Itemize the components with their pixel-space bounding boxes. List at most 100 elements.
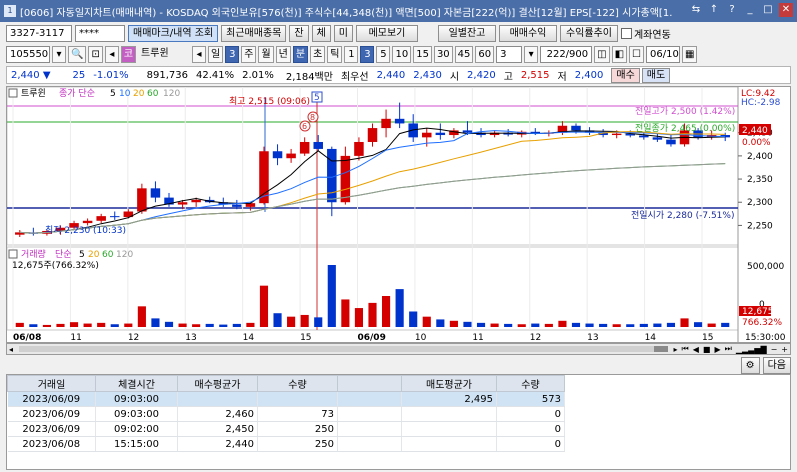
help-icon[interactable]: ?	[725, 3, 739, 17]
daily-balance-button[interactable]: 일별잔고	[437, 24, 496, 42]
trade-mark-query-button[interactable]: 매매마크/내역 조회	[128, 24, 219, 42]
scroll-left-icon[interactable]: ◂	[7, 345, 15, 354]
x-tick-label: 12	[128, 333, 139, 343]
interval-30[interactable]: 30	[433, 45, 453, 63]
chart-scrollbar[interactable]: ◂ ▸ ⏮ ◀ ■ ▶ ⏭ ▁▂▃▅▇ − +	[6, 343, 791, 355]
stop-icon[interactable]: ■	[701, 345, 713, 354]
candle-body	[109, 216, 120, 218]
executed-button[interactable]: 체	[311, 24, 331, 42]
next-page-icon[interactable]: ▶	[712, 345, 722, 354]
plus-icon[interactable]: +	[779, 345, 790, 354]
period-month[interactable]: 월	[258, 45, 274, 63]
vol-label: 거래량	[21, 248, 46, 260]
vol-legend-box	[8, 249, 18, 259]
table-row[interactable]: 2023/06/09 09:02:00 2,450 250 0	[7, 421, 565, 437]
pin-icon[interactable]: ↑	[707, 3, 721, 17]
cell-time: 09:02:00	[95, 421, 178, 437]
interval-3[interactable]: 3	[360, 45, 375, 63]
table-row[interactable]: 2023/06/08 15:15:00 2,440 250 0	[7, 436, 565, 452]
scroll-track[interactable]	[19, 346, 668, 352]
cell-spacer	[337, 421, 402, 437]
volume-bar	[164, 321, 174, 327]
maximize-icon[interactable]: □	[761, 3, 775, 17]
minus-icon[interactable]: −	[769, 345, 780, 354]
volume-bar	[300, 314, 309, 327]
period-year[interactable]: 년	[275, 45, 291, 63]
volume-bar	[666, 322, 676, 327]
interval-input[interactable]: 3	[496, 45, 523, 63]
candle-chart[interactable]: 2,4502,4002,3502,3002,250 06/08111213141…	[7, 87, 791, 343]
table-row[interactable]: 2023/06/09 09:03:00 2,495 573	[7, 391, 565, 407]
zoom-slider-icon[interactable]: ▁▂▃▅▇	[734, 345, 769, 354]
count-field[interactable]: 222/900	[540, 45, 593, 63]
x-tick-label: 10	[415, 333, 427, 343]
candle-body	[422, 132, 432, 138]
stock-code-field[interactable]: 105550	[6, 45, 50, 63]
balance-button[interactable]: 잔	[289, 24, 309, 42]
memo-view-button[interactable]: 메모보기	[355, 24, 418, 42]
interval-15[interactable]: 15	[413, 45, 432, 63]
interval-45[interactable]: 45	[454, 45, 474, 63]
checkbox-box[interactable]	[620, 27, 632, 39]
cell-spacer	[337, 436, 402, 452]
period-number-select[interactable]: 3	[225, 45, 240, 63]
trade-profit-button[interactable]: 매매수익	[498, 24, 557, 42]
minimize-icon[interactable]: _	[743, 3, 757, 17]
password-field[interactable]: ****	[75, 24, 125, 42]
account-code-field[interactable]: 3327-3117	[6, 24, 72, 42]
period-minute[interactable]: 분	[292, 45, 309, 63]
period-select[interactable]: 일	[208, 45, 224, 63]
date-field[interactable]: 06/10	[646, 45, 681, 63]
period-second[interactable]: 초	[310, 45, 326, 63]
search-icon[interactable]: 🔍	[68, 45, 87, 63]
scroll-right-icon[interactable]: ▸	[672, 345, 680, 354]
volume-bar	[287, 316, 296, 327]
bid-price: 2,430	[413, 69, 442, 81]
return-trend-button[interactable]: 수익률추이	[559, 24, 618, 42]
dropdown-arrow-icon[interactable]: ▾	[52, 45, 66, 63]
sell-button[interactable]: 매도	[641, 67, 671, 83]
account-link-checkbox[interactable]: 계좌연동	[620, 26, 671, 41]
last-icon[interactable]: ⏭	[723, 344, 734, 354]
unexecuted-button[interactable]: 미	[333, 24, 353, 42]
zoom-in-icon[interactable]: ◫	[594, 45, 610, 63]
interval-dropdown-icon[interactable]: ▾	[524, 45, 539, 63]
interval-5[interactable]: 5	[376, 45, 391, 63]
period-prev-icon[interactable]: ◂	[192, 45, 207, 63]
interval-10[interactable]: 10	[392, 45, 412, 63]
candles-group	[15, 102, 730, 237]
turnover: 2.01%	[242, 69, 274, 81]
volume-bar	[504, 323, 513, 327]
calendar-icon[interactable]: ▦	[682, 45, 698, 63]
link-icon[interactable]: ⇆	[689, 3, 703, 17]
candle-body	[666, 139, 676, 145]
chart-panel[interactable]: 2,4502,4002,3502,3002,250 06/08111213141…	[6, 86, 791, 343]
close-icon[interactable]: ✕	[779, 3, 793, 17]
ma-line-120	[19, 163, 726, 234]
next-button[interactable]: 다음	[762, 357, 791, 374]
volume-bar	[517, 324, 526, 327]
first-icon[interactable]: ⏮	[680, 344, 691, 354]
volume-bar	[192, 324, 201, 327]
settings-gear-icon[interactable]: ⚙	[740, 357, 760, 374]
buy-button[interactable]: 매수	[611, 67, 640, 83]
table-row[interactable]: 2023/06/09 09:03:00 2,460 73 0	[7, 406, 565, 422]
candle-body	[313, 141, 323, 149]
volume-bar	[97, 322, 106, 327]
prev-icon[interactable]: ◂	[104, 45, 119, 63]
period-week[interactable]: 주	[241, 45, 257, 63]
zoom-out-icon[interactable]: ◧	[611, 45, 628, 63]
scroll-thumb[interactable]	[653, 346, 668, 352]
candle-body	[652, 137, 663, 140]
volume-bar	[259, 285, 269, 327]
recent-trades-button[interactable]: 최근매매종목	[221, 24, 287, 42]
period-tick[interactable]: 틱	[327, 45, 343, 63]
prev-page-icon[interactable]: ◀	[691, 345, 701, 354]
lock-icon[interactable]: ⊡	[88, 45, 103, 63]
date-checkbox[interactable]: ☐	[629, 45, 645, 63]
interval-60[interactable]: 60	[475, 45, 495, 63]
col-buy-qty: 수량	[257, 375, 338, 392]
prev-open-annotation: 전일시가 2,280 (-7.51%)	[631, 210, 734, 221]
prev-high-annotation: 전일고가 2,500 (1.42%)	[635, 106, 735, 117]
interval-1[interactable]: 1	[344, 45, 359, 63]
